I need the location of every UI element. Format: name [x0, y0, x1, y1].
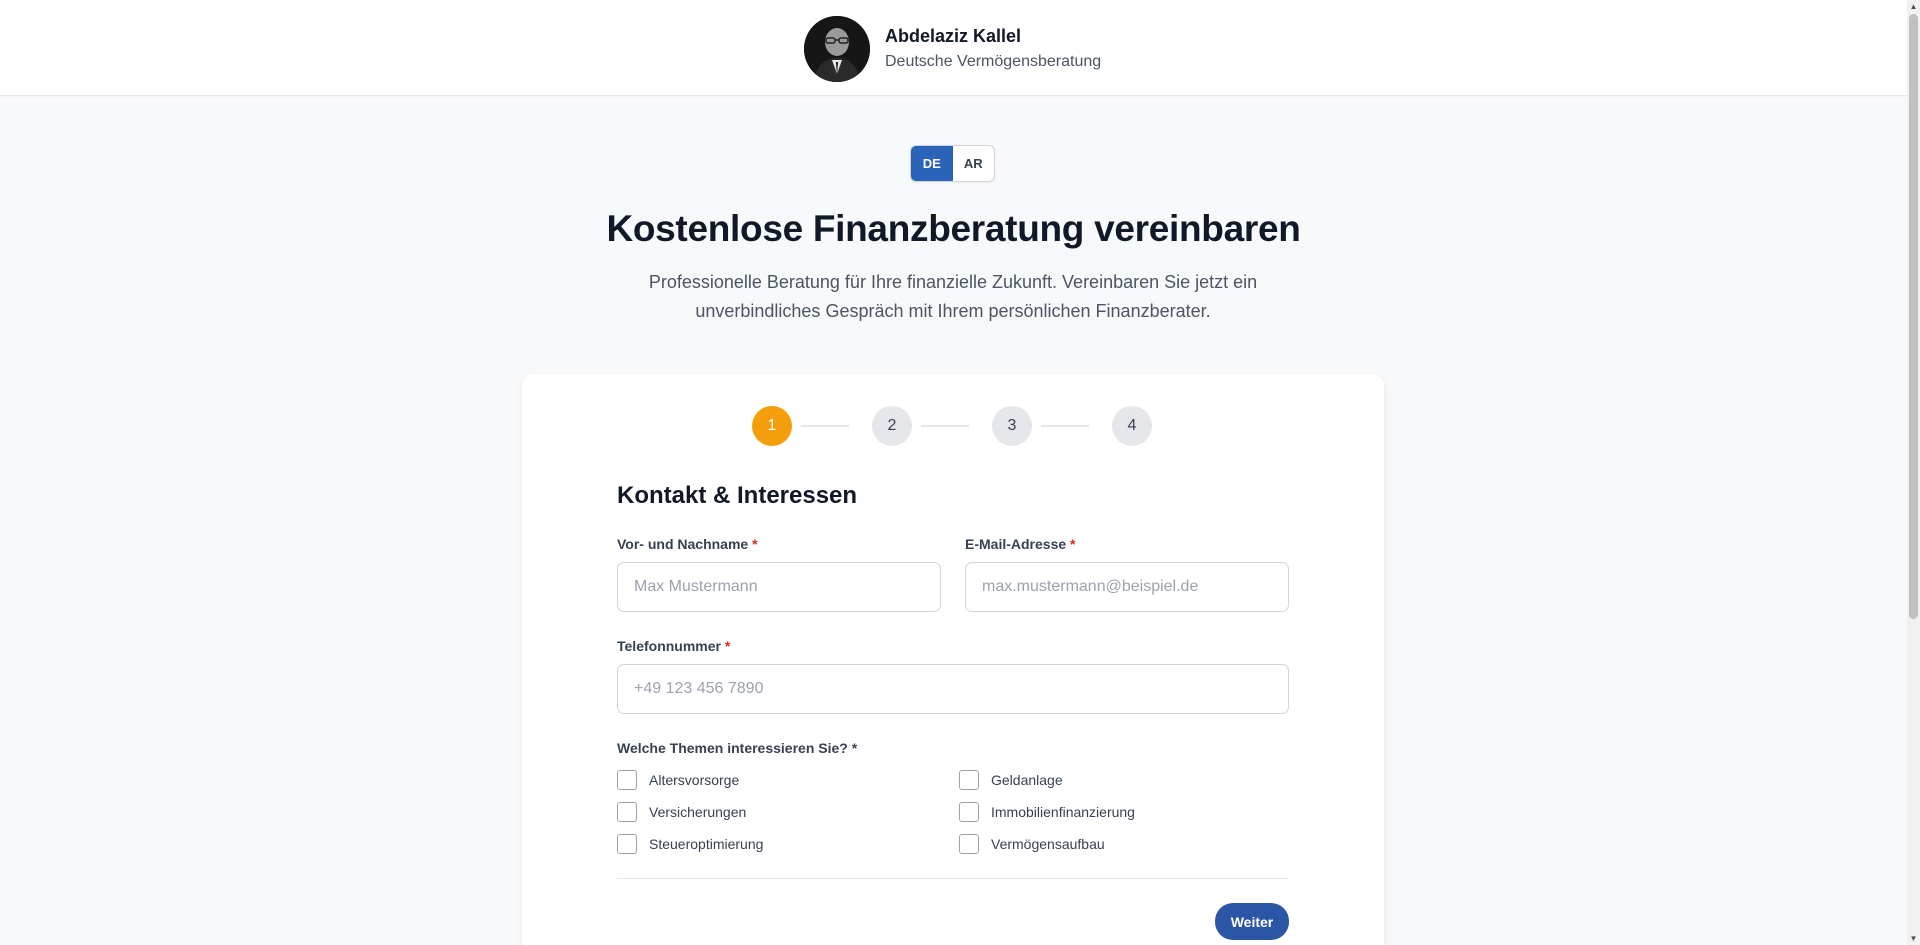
checkbox[interactable] — [617, 770, 637, 790]
page-scrollbar[interactable]: ▲ ▼ — [1907, 0, 1920, 945]
required-mark: * — [1070, 536, 1076, 552]
step-4-indicator: 4 — [1112, 406, 1152, 446]
checkbox-label: Versicherungen — [649, 804, 747, 820]
language-switch: DE AR — [910, 145, 995, 182]
topic-checkbox-altersvorsorge[interactable]: Altersvorsorge — [617, 770, 739, 790]
checkbox[interactable] — [959, 802, 979, 822]
profile-header: Abdelaziz Kallel Deutsche Vermögensberat… — [0, 0, 1907, 96]
checkbox-label: Vermögensaufbau — [991, 836, 1105, 852]
checkbox[interactable] — [959, 770, 979, 790]
topic-checkbox-geldanlage[interactable]: Geldanlage — [959, 770, 1063, 790]
topics-label: Welche Themen interessieren Sie? * — [617, 740, 858, 756]
lang-button-de[interactable]: DE — [911, 146, 953, 181]
page-subtitle: Professionelle Beratung für Ihre finanzi… — [648, 272, 1258, 321]
scroll-down-arrow-icon[interactable]: ▼ — [1907, 932, 1920, 945]
topic-checkbox-steueroptimierung[interactable]: Steueroptimierung — [617, 834, 763, 854]
phone-input[interactable] — [617, 664, 1289, 714]
booking-form-card — [522, 374, 1384, 945]
name-input[interactable] — [617, 562, 941, 612]
email-label-text: E-Mail-Adresse — [965, 536, 1067, 552]
advisor-company: Deutsche Vermögensberatung — [885, 53, 1102, 70]
topic-checkbox-vermoegensaufbau[interactable]: Vermögensaufbau — [959, 834, 1105, 854]
step-1-indicator: 1 — [752, 406, 792, 446]
required-mark: * — [724, 638, 731, 654]
scroll-up-arrow-icon[interactable]: ▲ — [1907, 0, 1920, 13]
phone-label: Telefonnummer * — [617, 638, 730, 654]
advisor-name: Abdelaziz Kallel — [885, 26, 1022, 46]
checkbox[interactable] — [959, 834, 979, 854]
step-2-indicator: 2 — [872, 406, 912, 446]
step-3-indicator: 3 — [992, 406, 1032, 446]
step-connector — [921, 425, 969, 427]
next-button[interactable]: Weiter — [1215, 903, 1289, 940]
checkbox-label: Steueroptimierung — [649, 836, 764, 852]
checkbox-label: Immobilienfinanzierung — [991, 804, 1135, 820]
checkbox[interactable] — [617, 802, 637, 822]
step-connector — [1041, 425, 1089, 427]
checkbox-label: Altersvorsorge — [649, 772, 740, 788]
step-connector — [801, 425, 849, 427]
checkbox[interactable] — [617, 834, 637, 854]
checkbox-label: Geldanlage — [991, 772, 1063, 788]
section-title: Kontakt & Interessen — [617, 482, 858, 509]
advisor-avatar — [804, 16, 870, 82]
topic-checkbox-immobilienfinanzierung[interactable]: Immobilienfinanzierung — [959, 802, 1135, 822]
scroll-thumb[interactable] — [1909, 14, 1918, 619]
email-label: E-Mail-Adresse * — [965, 536, 1076, 552]
name-label: Vor- und Nachname * — [617, 536, 758, 552]
phone-label-text: Telefonnummer — [617, 638, 721, 654]
lang-button-ar[interactable]: AR — [953, 146, 995, 181]
email-input[interactable] — [965, 562, 1289, 612]
topic-checkbox-versicherungen[interactable]: Versicherungen — [617, 802, 746, 822]
form-divider — [617, 878, 1289, 879]
required-mark: * — [752, 536, 758, 552]
page-title: Kostenlose Finanzberatung vereinbaren — [606, 208, 1301, 249]
name-label-text: Vor- und Nachname — [617, 536, 749, 552]
